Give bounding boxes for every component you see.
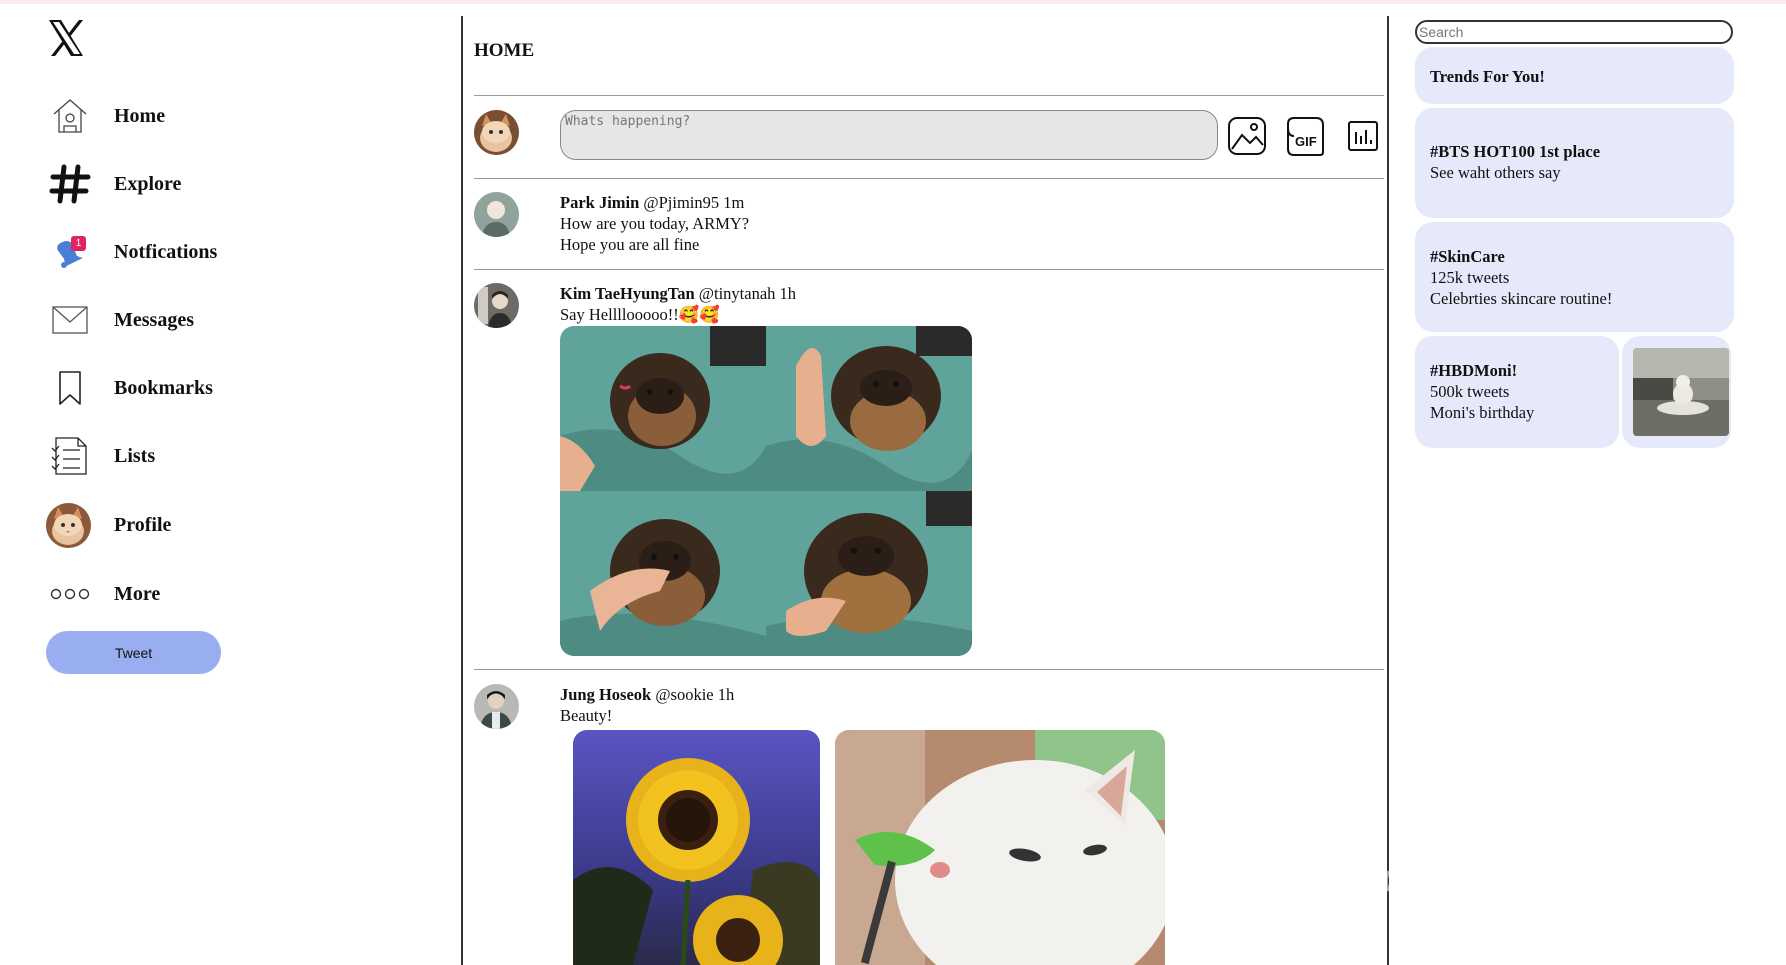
post-photo[interactable] [766, 491, 972, 656]
post-meta: @sookie 1h [655, 685, 735, 704]
search-input[interactable] [1415, 20, 1733, 44]
nav-item-more[interactable]: More [46, 568, 346, 620]
nav-item-explore[interactable]: Explore [46, 158, 346, 210]
trend-item[interactable]: #SkinCare 125k tweets Celebrties skincar… [1415, 222, 1734, 332]
divider [474, 269, 1384, 270]
nav-item-home[interactable]: Home [46, 90, 346, 142]
notification-badge: 1 [71, 236, 86, 251]
trend-tag[interactable]: #SkinCare [1430, 246, 1734, 267]
more-dots-icon [46, 570, 94, 618]
divider [474, 669, 1384, 670]
nav-item-profile[interactable]: Profile [46, 499, 346, 551]
divider-left [461, 16, 463, 965]
page-title: HOME [474, 40, 535, 61]
avatar[interactable] [474, 283, 519, 328]
envelope-icon [46, 296, 94, 344]
bell-icon: 1 [46, 228, 94, 276]
post-text: Beauty! [560, 706, 613, 725]
nav-label-explore: Explore [114, 172, 182, 195]
hashtag-icon [46, 160, 94, 208]
nav-label-notifications: Notfications [114, 240, 218, 263]
post-author-name[interactable]: Kim TaeHyungTan [560, 284, 695, 303]
trend-text: Celebrties skincare routine! [1430, 289, 1613, 308]
compose-input[interactable] [560, 110, 1218, 160]
post-author-name[interactable]: Park Jimin [560, 193, 639, 212]
trend-count: 500k tweets [1430, 382, 1510, 401]
main-feed: HOME GIF [474, 0, 1508, 965]
divider [474, 178, 1384, 179]
nav-label-lists: Lists [114, 444, 156, 467]
trend-count: 125k tweets [1430, 268, 1510, 287]
nav-item-lists[interactable]: Lists [46, 430, 346, 482]
post-photo[interactable] [560, 326, 766, 491]
post-meta: @tinytanah 1h [698, 284, 797, 303]
trend-thumbnail[interactable] [1622, 336, 1731, 448]
divider-right [1387, 16, 1389, 965]
gif-label: GIF [1295, 134, 1317, 149]
post-text: How are you today, ARMY? [560, 214, 750, 233]
nav-label-profile: Profile [114, 513, 172, 536]
trend-tag[interactable]: #HBDMoni! [1430, 360, 1619, 381]
gif-icon[interactable]: GIF [1283, 114, 1327, 158]
bookmark-icon [46, 364, 94, 412]
profile-avatar [46, 502, 91, 548]
post-photo[interactable] [560, 491, 766, 656]
avatar[interactable] [474, 192, 519, 237]
tweet-button[interactable]: Tweet [46, 631, 221, 674]
post-meta: @Pjimin95 1m [643, 193, 745, 212]
compose-avatar [474, 110, 519, 155]
post-photo[interactable] [766, 326, 972, 491]
left-sidebar: Home Explore 1 Notfications Messages Boo… [0, 0, 460, 965]
right-sidebar: Trends For You! #BTS HOT100 1st place Se… [1400, 0, 1786, 965]
trend-item[interactable]: #HBDMoni! 500k tweets Moni's birthday [1415, 336, 1619, 448]
trend-item[interactable]: #BTS HOT100 1st place See waht others sa… [1415, 108, 1734, 218]
poll-chart-icon[interactable] [1341, 114, 1385, 158]
post-photo[interactable] [835, 730, 1165, 965]
trends-header: Trends For You! [1430, 67, 1545, 86]
x-logo-icon[interactable] [46, 18, 86, 58]
nav-item-notifications[interactable]: 1 Notfications [46, 226, 346, 278]
trend-text: Moni's birthday [1430, 403, 1535, 422]
nav-label-bookmarks: Bookmarks [114, 376, 213, 399]
nav-label-home: Home [114, 104, 166, 127]
image-icon[interactable] [1225, 114, 1269, 158]
list-icon [46, 432, 94, 480]
divider [474, 95, 1384, 96]
post-photo[interactable] [573, 730, 820, 965]
trends-header-card: Trends For You! [1415, 47, 1734, 104]
trend-text: See waht others say [1430, 163, 1561, 182]
nav-item-bookmarks[interactable]: Bookmarks [46, 362, 346, 414]
nav-label-messages: Messages [114, 308, 194, 331]
trend-tag[interactable]: #BTS HOT100 1st place [1430, 141, 1734, 162]
nav-item-messages[interactable]: Messages [46, 294, 346, 346]
home-icon [46, 92, 94, 140]
nav-label-more: More [114, 582, 161, 605]
post-author-name[interactable]: Jung Hoseok [560, 685, 651, 704]
post-text: Say Hellllooooo!!🥰🥰 [560, 305, 720, 324]
avatar[interactable] [474, 684, 519, 729]
post-text: Hope you are all fine [560, 235, 700, 254]
post-photo-grid[interactable] [560, 326, 972, 656]
